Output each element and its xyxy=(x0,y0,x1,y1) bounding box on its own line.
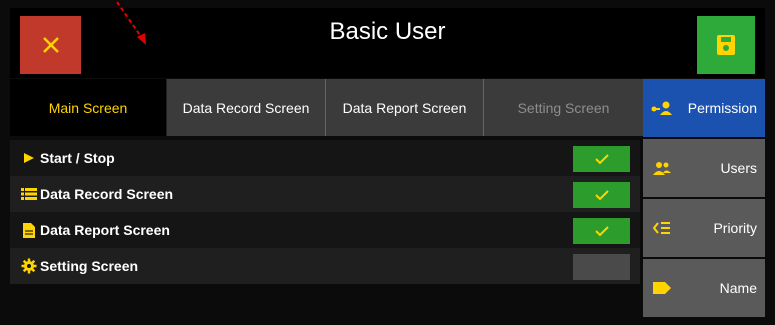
sidebar-item-users[interactable]: Users xyxy=(643,139,765,197)
tab-setting-screen[interactable]: Setting Screen xyxy=(484,79,643,136)
check-icon xyxy=(594,190,609,201)
tag-icon xyxy=(651,282,673,294)
save-button[interactable] xyxy=(697,16,755,74)
permission-checkbox[interactable] xyxy=(573,146,630,172)
sidebar-item-name[interactable]: Name xyxy=(643,259,765,317)
sidebar-item-priority[interactable]: Priority xyxy=(643,199,765,257)
gear-icon xyxy=(20,258,38,274)
list-item-label: Data Report Screen xyxy=(40,222,170,238)
app-window: Basic User Main Screen Data Record Scree… xyxy=(0,0,775,325)
list-item: Start / Stop xyxy=(10,140,640,176)
user-key-icon xyxy=(651,101,673,115)
list-item-label: Start / Stop xyxy=(40,150,115,166)
users-icon xyxy=(651,161,673,175)
document-icon xyxy=(20,222,38,238)
sidebar-menu: Permission Users Priority Name xyxy=(643,79,765,319)
list-item-label: Data Record Screen xyxy=(40,186,174,202)
list-icon xyxy=(20,188,38,200)
play-icon xyxy=(20,152,38,164)
check-icon xyxy=(594,154,609,165)
list-item: Setting Screen xyxy=(10,248,640,284)
list-item: Data Record Screen xyxy=(10,176,640,212)
check-icon xyxy=(594,226,609,237)
permission-checkbox[interactable] xyxy=(573,218,630,244)
screen-tabs: Main Screen Data Record Screen Data Repo… xyxy=(10,79,643,136)
permission-checkbox[interactable] xyxy=(573,254,630,280)
priority-list-icon xyxy=(651,221,673,235)
list-item: Data Report Screen xyxy=(10,212,640,248)
sidebar-item-permission[interactable]: Permission xyxy=(643,79,765,137)
annotation-arrow-icon xyxy=(116,1,146,45)
tab-main-screen[interactable]: Main Screen xyxy=(10,79,167,136)
permission-list: Start / Stop Data Record Screen Data Rep… xyxy=(10,140,640,284)
tab-data-report-screen[interactable]: Data Report Screen xyxy=(326,79,484,136)
permission-checkbox[interactable] xyxy=(573,182,630,208)
list-item-label: Setting Screen xyxy=(40,258,139,274)
tab-data-record-screen[interactable]: Data Record Screen xyxy=(167,79,326,136)
save-icon xyxy=(717,35,735,55)
